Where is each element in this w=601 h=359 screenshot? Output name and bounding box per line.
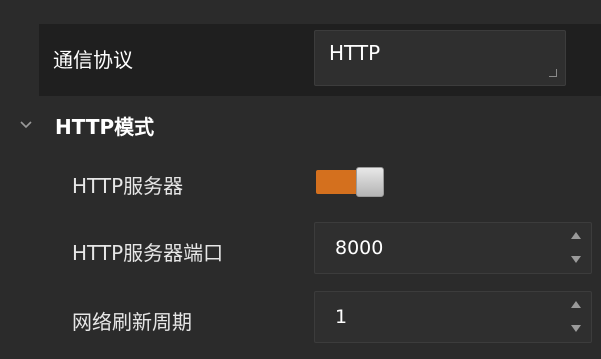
- refresh-period-spinbox[interactable]: 1: [314, 291, 592, 343]
- settings-panel: 通信协议 HTTP HTTP模式 HTTP服务器 HTTP服务器端口 8000 …: [0, 0, 601, 359]
- protocol-value: HTTP: [329, 41, 381, 65]
- http-server-toggle[interactable]: [316, 167, 384, 197]
- http-port-value[interactable]: 8000: [335, 223, 383, 273]
- protocol-label: 通信协议: [53, 48, 133, 72]
- section-title: HTTP模式: [55, 115, 155, 139]
- triangle-down-icon[interactable]: [569, 322, 583, 336]
- protocol-select[interactable]: HTTP: [314, 30, 566, 86]
- refresh-period-value[interactable]: 1: [335, 292, 347, 342]
- chevron-down-icon: [20, 121, 32, 129]
- http-port-spinbox[interactable]: 8000: [314, 222, 592, 274]
- toggle-thumb[interactable]: [356, 167, 384, 197]
- triangle-down-icon[interactable]: [569, 253, 583, 267]
- resize-grip-icon: [549, 69, 557, 77]
- triangle-up-icon[interactable]: [569, 298, 583, 312]
- http-port-label: HTTP服务器端口: [72, 241, 224, 265]
- http-server-label: HTTP服务器: [72, 174, 184, 198]
- refresh-period-label: 网络刷新周期: [72, 310, 192, 334]
- protocol-row: 通信协议 HTTP: [39, 24, 601, 96]
- http-mode-section-header[interactable]: HTTP模式: [0, 100, 601, 154]
- triangle-up-icon[interactable]: [569, 229, 583, 243]
